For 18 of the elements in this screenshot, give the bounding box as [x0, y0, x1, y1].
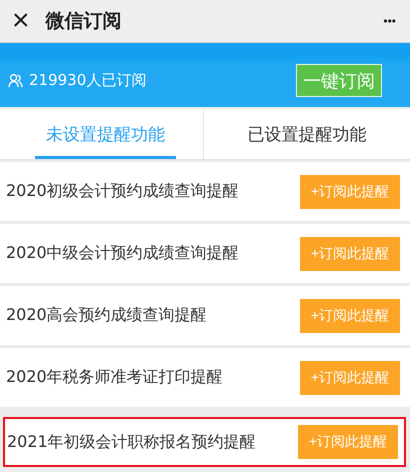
tab[interactable]: 未设置提醒功能: [35, 109, 176, 159]
reminder-title: 2020高会预约成绩查询提醒: [6, 305, 208, 326]
people-icon: [8, 73, 23, 88]
reminder-title: 2020年税务师准考证打印提醒: [6, 367, 224, 388]
subscribe-button[interactable]: +订阅此提醒: [300, 360, 400, 394]
window-title: 微信订阅: [46, 9, 123, 34]
subscriber-count: 219930人已订阅: [29, 71, 148, 90]
subscribe-button[interactable]: +订阅此提醒: [298, 425, 398, 459]
subscribe-all-button[interactable]: 一键订阅: [296, 64, 382, 97]
reminder-title: 2021年初级会计职称报名预约提醒: [7, 432, 257, 452]
subscribe-button[interactable]: +订阅此提醒: [300, 298, 400, 332]
close-button[interactable]: ×: [6, 6, 36, 36]
more-button[interactable]: •••: [383, 14, 396, 28]
subscribe-button[interactable]: +订阅此提醒: [300, 174, 400, 208]
subscribe-button[interactable]: +订阅此提醒: [300, 236, 400, 270]
reminder-title: 2020中级会计预约成绩查询提醒: [6, 243, 240, 264]
reminder-title: 2020初级会计预约成绩查询提醒: [6, 181, 240, 202]
tab[interactable]: 已设置提醒功能: [203, 109, 410, 159]
